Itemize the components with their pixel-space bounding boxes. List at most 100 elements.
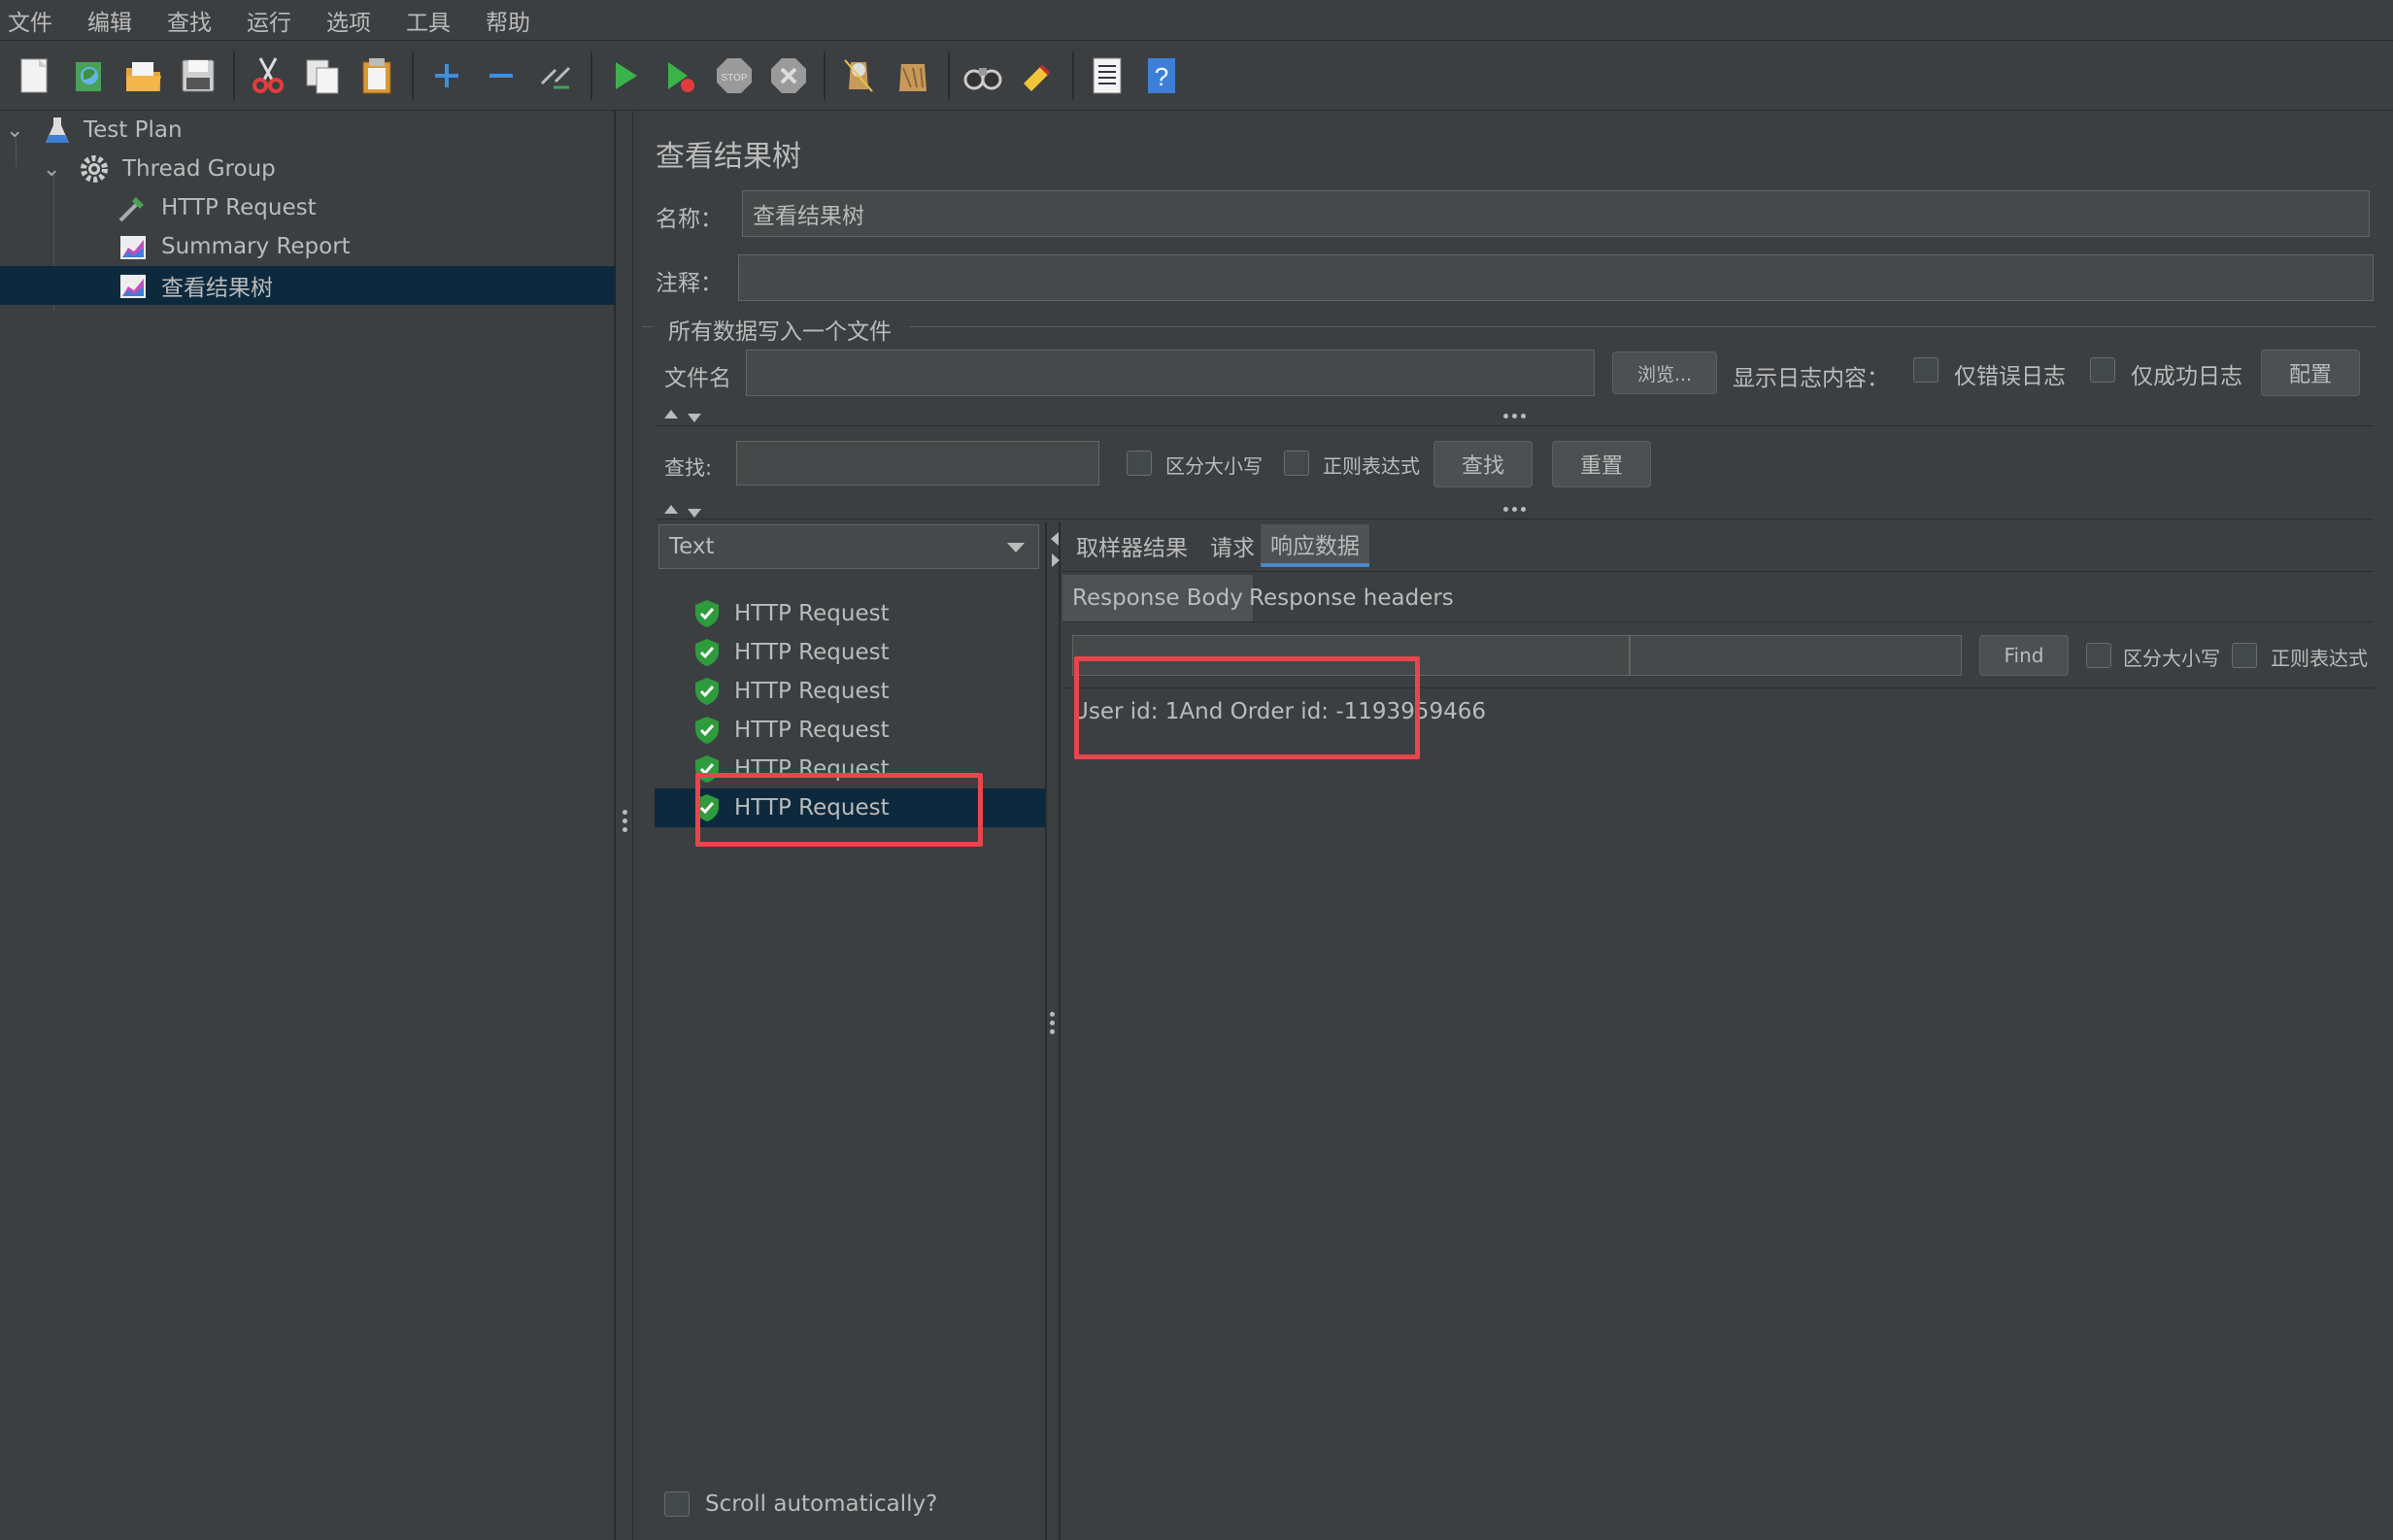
find-button[interactable]: Find	[1979, 635, 2069, 676]
renderer-select-value: Text	[669, 534, 715, 559]
group-title: 所有数据写入一个文件	[668, 319, 892, 345]
menu-tools[interactable]: 工具	[406, 4, 451, 37]
tab-sampler-result[interactable]: 取样器结果	[1066, 524, 1197, 567]
chevron-down-icon	[1007, 543, 1025, 552]
save-icon[interactable]	[177, 52, 219, 99]
name-field[interactable]: 查看结果树	[742, 190, 2370, 237]
filename-field[interactable]	[746, 350, 1595, 396]
success-shield-icon	[695, 678, 719, 705]
result-item-label: HTTP Request	[734, 679, 890, 704]
menu-file[interactable]: 文件	[8, 4, 52, 37]
tree-splitter[interactable]	[618, 111, 633, 1540]
new-icon[interactable]	[14, 52, 56, 99]
result-item-label: HTTP Request	[734, 718, 890, 743]
toggle-icon[interactable]	[534, 52, 577, 99]
collapse-icon[interactable]	[480, 52, 522, 99]
list-splitter-handle[interactable]	[1050, 1012, 1056, 1034]
menu-edit[interactable]: 编辑	[87, 4, 132, 37]
tree-item-label: Thread Group	[122, 156, 276, 182]
svg-text:STOP: STOP	[721, 73, 747, 84]
pipette-icon	[118, 197, 144, 222]
expand-icon[interactable]	[425, 52, 468, 99]
errors-only-label: 仅错误日志	[1954, 364, 2066, 389]
find-regex-label: 正则表达式	[2271, 647, 2368, 670]
tree-item-http-request[interactable]: HTTP Request	[0, 188, 616, 227]
case-sensitive-checkbox[interactable]	[1127, 451, 1152, 476]
find-case-label: 区分大小写	[2123, 647, 2220, 670]
filename-label: 文件名	[664, 366, 731, 391]
help-icon[interactable]: ?	[1140, 52, 1183, 99]
paste-icon[interactable]	[355, 52, 398, 99]
browse-button[interactable]: 浏览...	[1612, 352, 1717, 394]
result-item-label: HTTP Request	[734, 640, 890, 665]
success-only-label: 仅成功日志	[2131, 364, 2242, 389]
copy-icon[interactable]	[301, 52, 344, 99]
flask-icon	[46, 117, 69, 143]
tree-item-thread-group[interactable]: ⌄ Thread Group	[0, 150, 616, 188]
stop-icon[interactable]: STOP	[713, 52, 756, 99]
svg-text:?: ?	[1155, 62, 1168, 91]
start-no-pause-icon[interactable]	[658, 52, 701, 99]
menu-search[interactable]: 查找	[167, 4, 212, 37]
comment-label: 注释：	[656, 271, 723, 296]
regex-checkbox[interactable]	[1284, 451, 1309, 476]
chart-icon	[120, 236, 146, 259]
tab-request[interactable]: 请求	[1200, 524, 1264, 567]
find-case-checkbox[interactable]	[2086, 643, 2111, 668]
comment-field[interactable]	[738, 254, 2374, 301]
chevron-down-icon[interactable]: ⌄	[43, 157, 60, 182]
tree-item-view-results-tree[interactable]: 查看结果树	[0, 266, 616, 305]
result-item[interactable]: HTTP Request	[655, 711, 1047, 750]
divider-handle[interactable]	[1503, 507, 1526, 513]
toolbar: STOP ?	[0, 41, 2393, 111]
open-icon[interactable]	[122, 52, 165, 99]
collapse-left-arrow[interactable]	[1051, 532, 1059, 546]
scroll-auto-checkbox[interactable]	[664, 1491, 690, 1517]
view-results-tree-panel: 查看结果树 名称： 查看结果树 注释： 所有数据写入一个文件 文件名 浏览...…	[633, 111, 2393, 1540]
subtab-response-headers[interactable]: Response headers	[1239, 575, 1464, 621]
gear-icon	[81, 155, 108, 183]
divider-handle[interactable]	[1503, 414, 1526, 419]
configure-button[interactable]: 配置	[2261, 350, 2360, 396]
start-icon[interactable]	[604, 52, 647, 99]
success-only-checkbox[interactable]	[2090, 357, 2115, 383]
shutdown-icon[interactable]	[767, 52, 810, 99]
result-item[interactable]: HTTP Request	[655, 672, 1047, 711]
clear-all-icon[interactable]	[892, 52, 934, 99]
success-shield-icon	[695, 600, 719, 627]
tree-item-test-plan[interactable]: ⌄ Test Plan	[0, 111, 616, 150]
highlight-box-response	[1074, 656, 1420, 759]
cut-icon[interactable]	[247, 52, 289, 99]
scroll-auto-label: Scroll automatically?	[705, 1491, 938, 1517]
menu-help[interactable]: 帮助	[486, 4, 530, 37]
chevron-down-icon[interactable]: ⌄	[6, 118, 23, 143]
menu-run[interactable]: 运行	[247, 4, 291, 37]
menu-options[interactable]: 选项	[326, 4, 371, 37]
collapse-up-arrow[interactable]	[664, 410, 678, 418]
reset-button[interactable]: 重置	[1552, 441, 1651, 487]
result-item[interactable]: HTTP Request	[655, 633, 1047, 672]
function-helper-icon[interactable]	[1086, 52, 1129, 99]
collapse-up-arrow[interactable]	[664, 505, 678, 514]
errors-only-checkbox[interactable]	[1913, 357, 1938, 383]
result-item[interactable]: HTTP Request	[655, 594, 1047, 633]
search-input[interactable]	[736, 441, 1099, 485]
expand-down-arrow[interactable]	[688, 509, 701, 518]
expand-down-arrow[interactable]	[688, 414, 701, 422]
find-input-extension[interactable]	[1630, 635, 1962, 676]
tab-response-data[interactable]: 响应数据	[1261, 524, 1369, 567]
clear-icon[interactable]	[837, 52, 880, 99]
renderer-select[interactable]: Text	[658, 524, 1039, 569]
tree-item-label: Summary Report	[161, 234, 351, 259]
expand-right-arrow[interactable]	[1052, 553, 1060, 567]
tree-item-label: Test Plan	[84, 117, 183, 143]
tree-item-summary-report[interactable]: Summary Report	[0, 227, 616, 266]
tree-item-label: 查看结果树	[161, 276, 273, 301]
find-regex-checkbox[interactable]	[2232, 643, 2257, 668]
templates-icon[interactable]	[68, 52, 111, 99]
reset-search-icon[interactable]	[1016, 52, 1059, 99]
search-icon[interactable]	[961, 52, 1004, 99]
search-button[interactable]: 查找	[1433, 441, 1533, 487]
name-label: 名称：	[656, 207, 723, 232]
subtab-response-body[interactable]: Response Body	[1062, 575, 1253, 621]
